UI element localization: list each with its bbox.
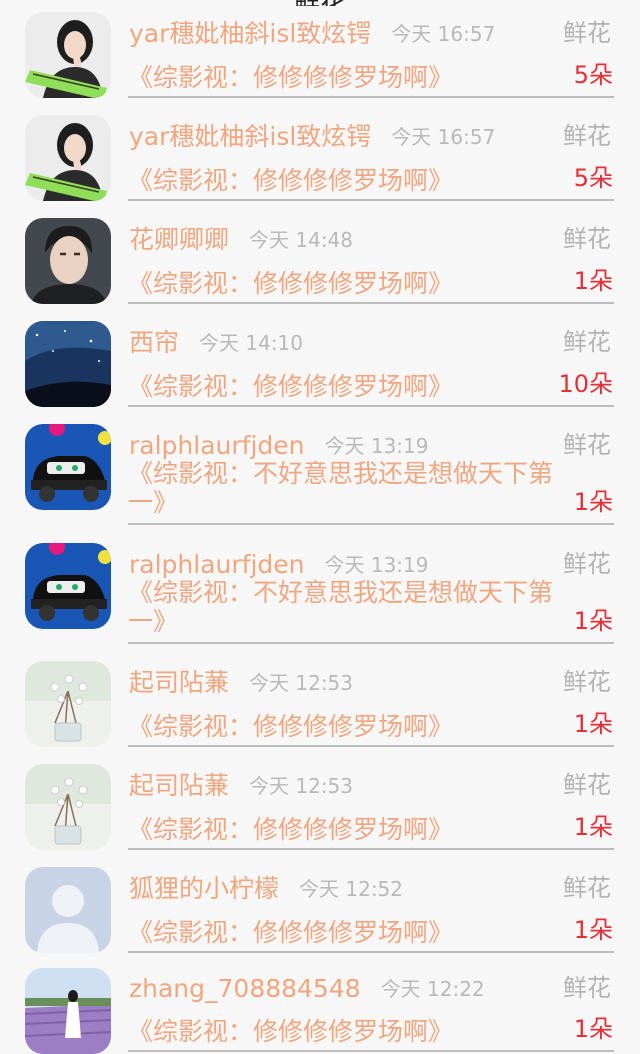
flower-count: 1朵 (573, 607, 613, 635)
flower-count: 1朵 (573, 488, 613, 516)
man-portrait-avatar-icon (25, 218, 111, 304)
sender-name-text[interactable]: 西帘 (129, 328, 179, 357)
gift-type-label: 鲜花 (563, 874, 611, 902)
flower-count: 1朵 (573, 1015, 613, 1043)
gift-type-label: 鲜花 (563, 225, 611, 253)
gift-type-label: 鲜花 (563, 19, 611, 47)
sender-name-text[interactable]: 起司阽蒹 (129, 668, 229, 697)
flower-count: 1朵 (573, 916, 613, 944)
divider (128, 951, 614, 953)
sender-name-text[interactable]: yar穗妣柚斜isl致炫锷 (129, 19, 371, 48)
girl-green-banner-avatar-icon (25, 12, 111, 98)
flower-count: 5朵 (573, 164, 613, 192)
sender-name[interactable]: 狐狸的小柠檬 今天 12:52 (129, 874, 403, 905)
flower-count: 1朵 (573, 267, 613, 295)
sender-name-text[interactable]: ralphlaurfjden (129, 431, 305, 460)
avatar[interactable] (25, 764, 111, 850)
cartoon-car-avatar-icon (25, 424, 111, 510)
gift-type-label: 鲜花 (563, 122, 611, 150)
sender-name[interactable]: 西帘 今天 14:10 (129, 328, 303, 359)
gift-type-label: 鲜花 (563, 550, 611, 578)
flower-count: 1朵 (573, 813, 613, 841)
timestamp: 今天 12:53 (249, 774, 354, 798)
starry-night-avatar-icon (25, 321, 111, 407)
timestamp: 今天 14:10 (199, 331, 304, 355)
sender-name[interactable]: yar穗妣柚斜isl致炫锷 今天 16:57 (129, 122, 495, 153)
sender-name[interactable]: 起司阽蒹 今天 12:53 (129, 668, 353, 699)
avatar[interactable] (25, 543, 111, 629)
book-title-link[interactable]: 《综影视：修修修修罗场啊》 (128, 63, 556, 92)
avatar[interactable] (25, 115, 111, 201)
girl-green-banner-avatar-icon (25, 115, 111, 201)
gift-type-label: 鲜花 (563, 668, 611, 696)
cotton-flowers-avatar-icon (25, 661, 111, 747)
divider (128, 848, 614, 850)
book-title-link[interactable]: 《综影视：修修修修罗场啊》 (128, 1017, 556, 1046)
avatar[interactable] (25, 218, 111, 304)
divider (128, 523, 614, 525)
flower-count: 10朵 (558, 370, 613, 398)
timestamp: 今天 12:22 (380, 977, 485, 1001)
book-title-link[interactable]: 《综影视：修修修修罗场啊》 (128, 918, 556, 947)
book-title-link[interactable]: 《综影视：修修修修罗场啊》 (128, 372, 556, 401)
book-title-link[interactable]: 《综影视：不好意思我还是想做天下第一》 (128, 578, 556, 636)
gift-type-label: 鲜花 (563, 771, 611, 799)
sender-name-text[interactable]: zhang_708884548 (129, 974, 361, 1003)
gift-type-label: 鲜花 (563, 431, 611, 459)
timestamp: 今天 12:52 (299, 877, 404, 901)
avatar[interactable] (25, 867, 111, 953)
timestamp: 今天 16:57 (391, 22, 496, 46)
timestamp: 今天 13:19 (324, 553, 429, 577)
flower-count: 5朵 (573, 61, 613, 89)
book-title-link[interactable]: 《综影视：修修修修罗场啊》 (128, 269, 556, 298)
avatar[interactable] (25, 968, 111, 1054)
sender-name[interactable]: ralphlaurfjden 今天 13:19 (129, 431, 429, 462)
lavender-field-avatar-icon (25, 968, 111, 1054)
gift-type-label: 鲜花 (563, 974, 611, 1002)
book-title-link[interactable]: 《综影视：修修修修罗场啊》 (128, 815, 556, 844)
book-title-link[interactable]: 《综影视：修修修修罗场啊》 (128, 712, 556, 741)
sender-name[interactable]: zhang_708884548 今天 12:22 (129, 974, 485, 1005)
avatar[interactable] (25, 12, 111, 98)
timestamp: 今天 14:48 (249, 228, 354, 252)
default-user-avatar-icon (25, 867, 111, 953)
divider (128, 642, 614, 644)
sender-name[interactable]: 起司阽蒹 今天 12:53 (129, 771, 353, 802)
sender-name-text[interactable]: 起司阽蒹 (129, 771, 229, 800)
avatar[interactable] (25, 661, 111, 747)
cartoon-car-avatar-icon (25, 543, 111, 629)
sender-name[interactable]: ralphlaurfjden 今天 13:19 (129, 550, 429, 581)
sender-name-text[interactable]: yar穗妣柚斜isl致炫锷 (129, 122, 371, 151)
sender-name-text[interactable]: 花卿卿卿 (129, 225, 229, 254)
book-title-link[interactable]: 《综影视：不好意思我还是想做天下第一》 (128, 459, 556, 517)
divider (128, 745, 614, 747)
page-title: 鲜花 (0, 0, 640, 6)
sender-name[interactable]: 花卿卿卿 今天 14:48 (129, 225, 353, 256)
divider (128, 302, 614, 304)
sender-name-text[interactable]: ralphlaurfjden (129, 550, 305, 579)
timestamp: 今天 16:57 (391, 125, 496, 149)
divider (128, 199, 614, 201)
timestamp: 今天 12:53 (249, 671, 354, 695)
divider (128, 96, 614, 98)
avatar[interactable] (25, 424, 111, 510)
sender-name-text[interactable]: 狐狸的小柠檬 (129, 874, 279, 903)
gift-type-label: 鲜花 (563, 328, 611, 356)
flower-count: 1朵 (573, 710, 613, 738)
divider (128, 405, 614, 407)
timestamp: 今天 13:19 (324, 434, 429, 458)
book-title-link[interactable]: 《综影视：修修修修罗场啊》 (128, 166, 556, 195)
avatar[interactable] (25, 321, 111, 407)
sender-name[interactable]: yar穗妣柚斜isl致炫锷 今天 16:57 (129, 19, 495, 50)
cotton-flowers-avatar-icon (25, 764, 111, 850)
